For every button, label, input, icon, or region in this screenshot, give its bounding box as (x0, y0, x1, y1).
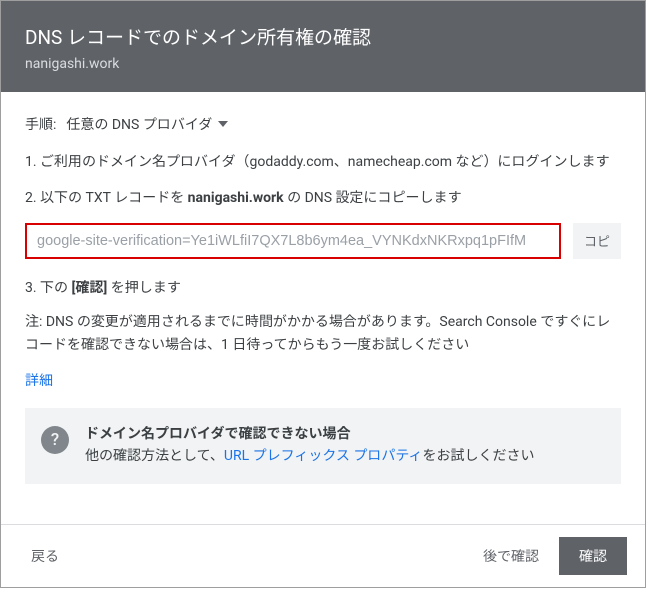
info-text: ドメイン名プロバイダで確認できない場合 他の確認方法として、URL プレフィック… (85, 424, 535, 467)
question-icon: ? (41, 426, 69, 454)
url-prefix-link[interactable]: URL プレフィックス プロパティ (224, 448, 423, 464)
domain-name: nanigashi.work (25, 56, 621, 72)
dns-delay-note: 注: DNS の変更が適用されるまでに時間がかかる場合があります。Search … (25, 311, 621, 356)
provider-row: 手順: 任意の DNS プロバイダ (25, 114, 621, 134)
verify-later-button[interactable]: 後で確認 (471, 538, 551, 574)
details-link[interactable]: 詳細 (25, 373, 53, 389)
instruction-step-1: 1. ご利用のドメイン名プロバイダ（godaddy.com、namecheap.… (25, 152, 621, 174)
back-button[interactable]: 戻る (19, 538, 71, 574)
txt-record-row: google-site-verification=Ye1iWLfiI7QX7L8… (25, 223, 621, 259)
instruction-step-3: 3. 下の [確認] を押します (25, 277, 621, 297)
verify-button[interactable]: 確認 (559, 537, 627, 575)
copy-button[interactable]: コピ (573, 223, 621, 259)
dialog-title: DNS レコードでのドメイン所有権の確認 (25, 23, 621, 50)
chevron-down-icon (218, 121, 228, 127)
dialog-footer: 戻る 後で確認 確認 (1, 524, 645, 587)
dialog-content: 手順: 任意の DNS プロバイダ 1. ご利用のドメイン名プロバイダ（goda… (1, 92, 645, 524)
provider-label: 任意の DNS プロバイダ (66, 114, 212, 134)
dialog-header: DNS レコードでのドメイン所有権の確認 nanigashi.work (1, 1, 645, 92)
instruction-list: 1. ご利用のドメイン名プロバイダ（godaddy.com、namecheap.… (25, 152, 621, 209)
steps-label: 手順: (25, 114, 56, 134)
ownership-verify-dialog: DNS レコードでのドメイン所有権の確認 nanigashi.work 手順: … (0, 0, 646, 588)
info-panel: ? ドメイン名プロバイダで確認できない場合 他の確認方法として、URL プレフィ… (25, 408, 621, 483)
info-body: 他の確認方法として、URL プレフィックス プロパティをお試しください (85, 445, 535, 467)
info-title: ドメイン名プロバイダで確認できない場合 (85, 424, 535, 445)
instruction-step-2: 2. 以下の TXT レコードを nanigashi.work の DNS 設定… (25, 188, 621, 210)
txt-record-value[interactable]: google-site-verification=Ye1iWLfiI7QX7L8… (25, 223, 561, 259)
provider-dropdown[interactable]: 任意の DNS プロバイダ (66, 114, 228, 134)
